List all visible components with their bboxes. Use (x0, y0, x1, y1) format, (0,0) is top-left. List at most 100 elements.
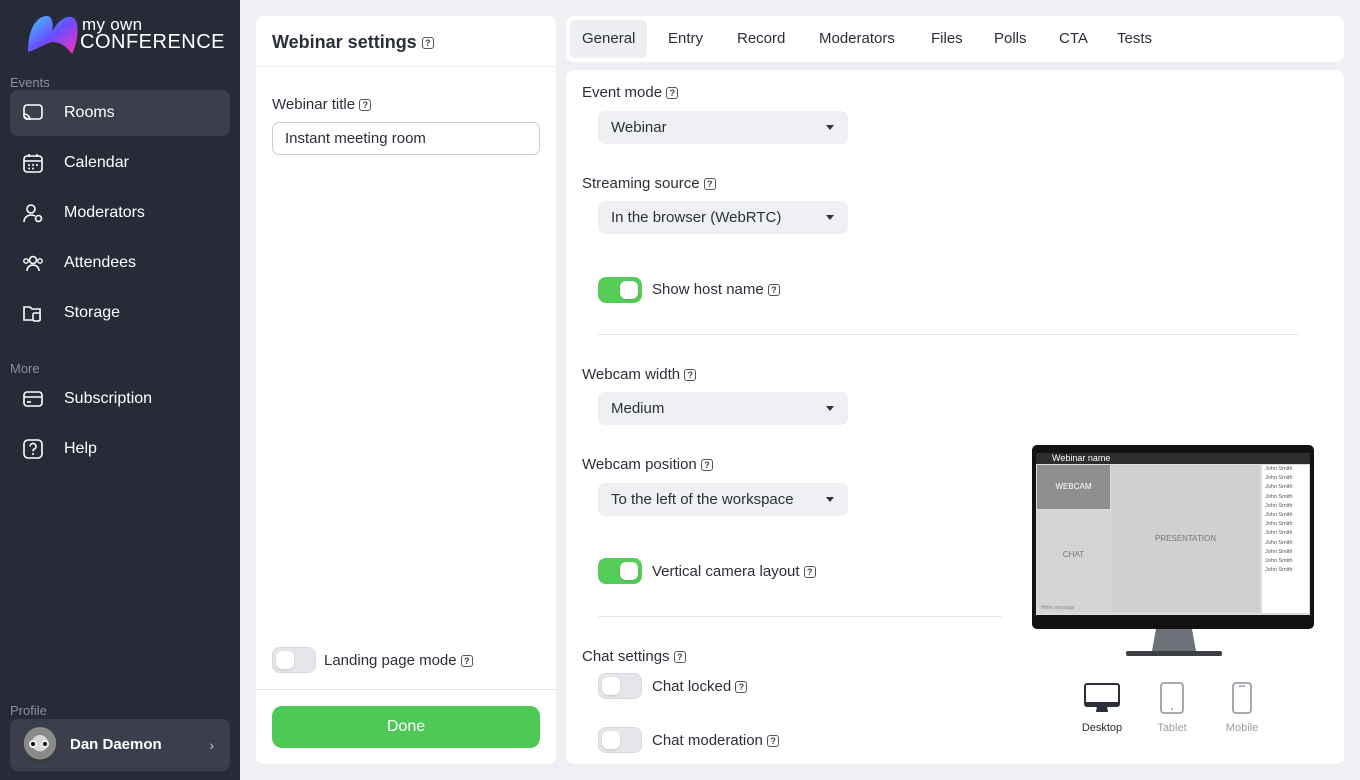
webcam-width-value: Medium (611, 400, 665, 417)
tab-entry[interactable]: Entry (656, 20, 715, 58)
more-section-label: More (10, 361, 40, 376)
tab-tests[interactable]: Tests (1105, 20, 1164, 58)
device-mobile-option[interactable]: Mobile (1212, 682, 1272, 734)
tab-polls[interactable]: Polls (982, 20, 1039, 58)
chevron-right-icon: › (209, 737, 214, 753)
tab-cta[interactable]: CTA (1047, 20, 1100, 58)
tab-general[interactable]: General (570, 20, 648, 58)
sidebar: my own CONFERENCE Events Rooms Calendar … (0, 0, 240, 780)
brand-line2: CONFERENCE (80, 31, 226, 53)
show-host-name-toggle[interactable] (598, 277, 642, 303)
sidebar-item-calendar[interactable]: Calendar (10, 140, 230, 186)
sidebar-item-label: Help (64, 440, 97, 457)
events-section-label: Events (10, 75, 50, 90)
webcam-position-value: To the left of the workspace (611, 491, 794, 508)
chat-locked-toggle[interactable] (598, 673, 642, 699)
device-desktop-option[interactable]: Desktop (1072, 682, 1132, 734)
preview-user: John Smith (1265, 539, 1293, 546)
chat-moderation-label: Chat moderation ? (652, 732, 780, 749)
help-icon[interactable]: ? (684, 369, 697, 382)
profile-section-label: Profile (10, 703, 47, 718)
help-icon[interactable]: ? (673, 651, 686, 664)
logo-icon (28, 15, 78, 54)
help-icon[interactable]: ? (666, 87, 679, 100)
preview-presentation: PRESENTATION (1111, 465, 1260, 613)
brand-logo[interactable]: my own CONFERENCE (24, 12, 226, 56)
sidebar-item-attendees[interactable]: Attendees (10, 240, 230, 286)
webcam-width-label: Webcam width ? (582, 366, 697, 383)
sidebar-item-label: Calendar (64, 154, 129, 171)
streaming-source-value: In the browser (WebRTC) (611, 209, 782, 226)
profile-card[interactable]: Dan Daemon › (10, 719, 230, 771)
sidebar-item-label: Subscription (64, 390, 153, 407)
webinar-title-label: Webinar title ? (272, 96, 372, 113)
event-mode-select[interactable]: Webinar (598, 111, 848, 144)
sidebar-item-subscription[interactable]: Subscription (10, 376, 230, 422)
monitor-stand (1126, 629, 1222, 656)
preview-user: John Smith (1265, 493, 1293, 500)
sidebar-item-rooms[interactable]: Rooms (10, 90, 230, 136)
help-icon[interactable]: ? (460, 655, 473, 668)
tab-files[interactable]: Files (919, 20, 975, 58)
preview-webinar-name: Webinar name (1052, 453, 1111, 463)
chat-settings-label-text: Chat settings (582, 648, 670, 665)
tab-moderators[interactable]: Moderators (807, 20, 907, 58)
desktop-icon (1084, 683, 1120, 712)
help-icon[interactable]: ? (421, 37, 434, 50)
preview-user: John Smith (1265, 475, 1293, 482)
landing-page-toggle[interactable] (272, 647, 316, 673)
help-icon[interactable]: ? (767, 284, 780, 297)
vertical-camera-toggle[interactable] (598, 558, 642, 584)
device-label: Mobile (1225, 722, 1259, 734)
preview-screen: Webinar name WEBCAM CHAT Write message P… (1036, 453, 1310, 615)
preview-chat-label: CHAT (1062, 550, 1085, 559)
card-icon (23, 391, 43, 407)
tablet-icon (1160, 682, 1184, 714)
caret-down-icon (826, 125, 834, 130)
help-icon[interactable]: ? (767, 735, 780, 748)
help-icon[interactable]: ? (359, 99, 372, 112)
webcam-width-select[interactable]: Medium (598, 392, 848, 425)
sidebar-item-storage[interactable]: Storage (10, 290, 230, 336)
caret-down-icon (826, 215, 834, 220)
device-tablet-option[interactable]: Tablet (1142, 682, 1202, 734)
sidebar-item-moderators[interactable]: Moderators (10, 190, 230, 236)
done-button[interactable]: Done (272, 706, 540, 748)
help-icon[interactable]: ? (735, 681, 748, 694)
streaming-source-label-text: Streaming source (582, 175, 700, 192)
tab-record[interactable]: Record (725, 20, 797, 58)
webcam-width-label-text: Webcam width (582, 366, 681, 383)
preview-user: John Smith (1265, 558, 1293, 565)
help-icon[interactable]: ? (703, 178, 716, 191)
webinar-title-input[interactable]: Instant meeting room (272, 122, 540, 155)
device-label: Tablet (1157, 722, 1187, 734)
sidebar-item-help[interactable]: Help (10, 426, 230, 472)
layout-preview-monitor: Webinar name WEBCAM CHAT Write message P… (1032, 445, 1314, 629)
streaming-source-select[interactable]: In the browser (WebRTC) (598, 201, 848, 234)
preview-user: John Smith (1265, 512, 1293, 519)
panel-title-text: Webinar settings (272, 32, 417, 52)
webcam-position-select[interactable]: To the left of the workspace (598, 483, 848, 516)
chat-moderation-label-text: Chat moderation (652, 732, 763, 749)
device-label: Desktop (1081, 722, 1123, 734)
vertical-camera-label-text: Vertical camera layout (652, 563, 800, 580)
chat-moderation-toggle[interactable] (598, 727, 642, 753)
streaming-source-label: Streaming source ? (582, 175, 716, 192)
divider (598, 334, 1298, 335)
sidebar-item-label: Rooms (64, 104, 115, 121)
settings-tabs: General Entry Record Moderators Files Po… (566, 16, 1344, 62)
mobile-icon (1232, 682, 1252, 714)
help-icon[interactable]: ? (700, 459, 713, 472)
panel-title: Webinar settings ? (272, 32, 434, 53)
preview-write-message: Write message (1041, 605, 1075, 611)
sidebar-item-label: Storage (64, 304, 121, 321)
general-settings-panel: Event mode ? Webinar Streaming source ? … (566, 70, 1344, 764)
help-icon (23, 439, 43, 459)
preview-user: John Smith (1265, 548, 1293, 555)
preview-webcam: WEBCAM (1037, 465, 1110, 509)
landing-page-label: Landing page mode ? (324, 652, 473, 669)
sidebar-item-label: Moderators (64, 204, 145, 221)
help-icon[interactable]: ? (803, 566, 816, 579)
panel-header: Webinar settings ? (256, 16, 556, 67)
preview-user: John Smith (1265, 567, 1293, 574)
